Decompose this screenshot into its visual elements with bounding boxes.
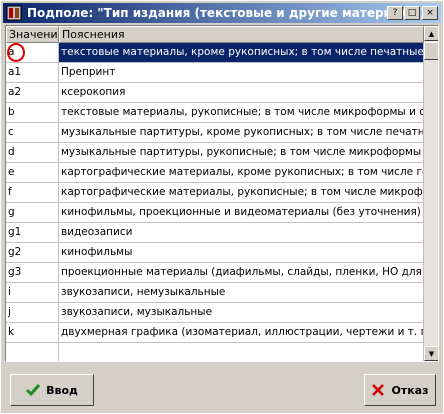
value-cell[interactable]: k	[6, 323, 59, 343]
close-button[interactable]: ×	[422, 6, 438, 20]
description-cell[interactable]: Препринт	[59, 63, 424, 83]
description-cell[interactable]: картографические материалы, кроме рукопи…	[59, 163, 424, 183]
table-row[interactable]: g кинофильмы, проекционные и видеоматери…	[6, 203, 424, 223]
description-cell[interactable]: музыкальные партитуры, кроме рукописных;…	[59, 123, 424, 143]
value-cell[interactable]: a1	[6, 63, 59, 83]
app-icon	[6, 5, 22, 21]
table-row[interactable]: g2 кинофильмы	[6, 243, 424, 263]
table-row[interactable]: k двухмерная графика (изоматериал, иллюс…	[6, 323, 424, 343]
description-cell[interactable]: проекционные материалы (диафильмы, слайд…	[59, 263, 424, 283]
description-cell[interactable]: кинофильмы, проекционные и видеоматериал…	[59, 203, 424, 223]
column-header-value[interactable]: Значение	[6, 26, 59, 43]
description-cell[interactable]: ксерокопия	[59, 83, 424, 103]
maximize-button[interactable]: □	[404, 6, 420, 20]
value-cell[interactable]: g3	[6, 263, 59, 283]
cross-icon	[372, 384, 385, 396]
highlight-circle	[7, 43, 25, 62]
description-cell[interactable]: музыкальные партитуры, рукописные; в том…	[59, 143, 424, 163]
table-row[interactable]: g3 проекционные материалы (диафильмы, сл…	[6, 263, 424, 283]
value-cell[interactable]: i	[6, 283, 59, 303]
title-bar[interactable]: Подполе: "Тип издания (текстовые и други…	[3, 3, 441, 23]
help-icon: ?	[392, 7, 398, 18]
value-cell[interactable]: g	[6, 203, 59, 223]
value-cell[interactable]: j	[6, 303, 59, 323]
cancel-button[interactable]: Отказ	[364, 374, 436, 406]
value-cell[interactable]: g1	[6, 223, 59, 243]
value-cell[interactable]: a2	[6, 83, 59, 103]
close-icon: ×	[426, 7, 434, 18]
value-cell[interactable]: f	[6, 183, 59, 203]
values-table[interactable]: Значение Пояснения a текстовые материалы…	[5, 25, 439, 362]
arrow-up-icon: ▲	[428, 29, 435, 38]
value-cell[interactable]: d	[6, 143, 59, 163]
description-cell[interactable]: текстовые материалы, рукописные; в том ч…	[59, 103, 424, 123]
maximize-icon: □	[407, 7, 417, 18]
table-row[interactable]: e картографические материалы, кроме руко…	[6, 163, 424, 183]
description-cell[interactable]: текстовые материалы, кроме рукописных; в…	[59, 43, 424, 63]
description-cell[interactable]: кинофильмы	[59, 243, 424, 263]
description-cell[interactable]: двухмерная графика (изоматериал, иллюстр…	[59, 323, 424, 343]
table-row[interactable]: a2 ксерокопия	[6, 83, 424, 103]
help-button[interactable]: ?	[387, 6, 403, 20]
description-cell[interactable]	[59, 343, 424, 361]
scroll-down-button[interactable]: ▼	[424, 346, 438, 361]
table-row[interactable]: g1 видеозаписи	[6, 223, 424, 243]
vertical-scrollbar[interactable]: ▲ ▼	[424, 26, 438, 361]
column-header-description[interactable]: Пояснения	[59, 26, 424, 43]
description-cell[interactable]: звукозаписи, немузыкальные	[59, 283, 424, 303]
value-cell[interactable]: b	[6, 103, 59, 123]
table-row[interactable]: d музыкальные партитуры, рукописные; в т…	[6, 143, 424, 163]
value-cell[interactable]: e	[6, 163, 59, 183]
table-row[interactable]: i звукозаписи, немузыкальные	[6, 283, 424, 303]
window-title: Подполе: "Тип издания (текстовые и други…	[27, 6, 432, 20]
table-row[interactable]	[6, 343, 424, 361]
scroll-up-button[interactable]: ▲	[424, 26, 438, 41]
dialog-window: Подполе: "Тип издания (текстовые и други…	[0, 0, 444, 414]
table-row[interactable]: a1 Препринт	[6, 63, 424, 83]
table-row[interactable]: j звукозаписи, музыкальные	[6, 303, 424, 323]
ok-button-label: Ввод	[46, 383, 78, 397]
scroll-thumb[interactable]	[424, 42, 438, 60]
table-row[interactable]: b текстовые материалы, рукописные; в том…	[6, 103, 424, 123]
table-row[interactable]: f картографические материалы, рукописные…	[6, 183, 424, 203]
description-cell[interactable]: звукозаписи, музыкальные	[59, 303, 424, 323]
description-cell[interactable]: видеозаписи	[59, 223, 424, 243]
table-row[interactable]: c музыкальные партитуры, кроме рукописны…	[6, 123, 424, 143]
description-cell[interactable]: картографические материалы, рукописные; …	[59, 183, 424, 203]
value-cell[interactable]: c	[6, 123, 59, 143]
value-cell[interactable]: g2	[6, 243, 59, 263]
cancel-button-label: Отказ	[391, 383, 429, 397]
ok-button[interactable]: Ввод	[10, 374, 94, 406]
arrow-down-icon: ▼	[428, 349, 435, 358]
table-row[interactable]: a текстовые материалы, кроме рукописных;…	[6, 43, 424, 63]
checkmark-icon	[26, 384, 41, 397]
value-cell[interactable]	[6, 343, 59, 361]
